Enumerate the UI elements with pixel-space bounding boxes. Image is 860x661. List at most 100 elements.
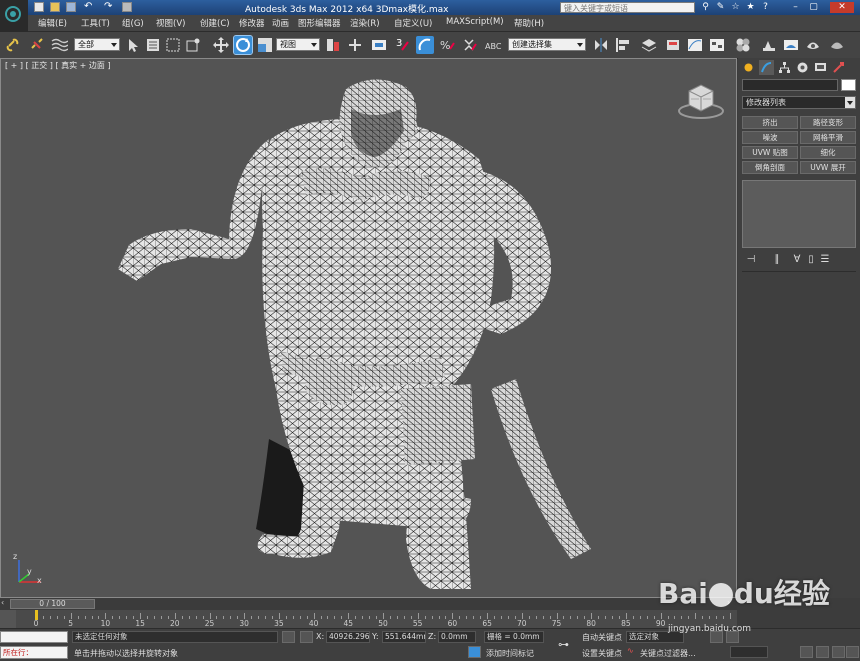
layer-manager-icon[interactable]	[640, 36, 658, 54]
communication-icon[interactable]: ☆	[730, 2, 741, 13]
time-tag-icon[interactable]	[468, 646, 481, 658]
new-file-icon[interactable]	[34, 2, 44, 12]
extrude-button[interactable]: 挤出	[742, 116, 798, 129]
scale-icon[interactable]	[256, 36, 274, 54]
snaps-toggle-icon[interactable]: 3	[394, 36, 412, 54]
undo-icon[interactable]: ↶	[84, 2, 94, 12]
key-mode-icon[interactable]: ∿	[627, 646, 634, 655]
pin-stack-icon[interactable]: ⊣	[744, 254, 758, 266]
project-folder-icon[interactable]	[122, 2, 132, 12]
percent-snap-icon[interactable]: %	[438, 36, 456, 54]
path-deform-button[interactable]: 路径变形	[800, 116, 856, 129]
lock-selection-icon[interactable]	[282, 631, 295, 643]
time-slider[interactable]: ‹ 0 / 100 ›	[0, 598, 737, 610]
menu-create[interactable]: 创建(C)	[200, 17, 230, 29]
edit-named-selection-icon[interactable]: ABC	[484, 36, 502, 54]
menu-edit[interactable]: 编辑(E)	[38, 17, 67, 29]
uvw-map-button[interactable]: UVW 贴图	[742, 146, 798, 159]
bind-spacewarp-icon[interactable]	[50, 36, 69, 54]
reference-coordinate-dropdown[interactable]: 视图	[276, 38, 320, 51]
configure-modifier-sets-icon[interactable]: ☰	[818, 254, 832, 266]
move-icon[interactable]	[212, 36, 230, 54]
object-color-swatch[interactable]	[841, 79, 856, 91]
y-coordinate-field[interactable]: 551.644mm	[382, 631, 426, 643]
listener-field[interactable]: 所在行：	[0, 646, 68, 659]
menu-graph-editors[interactable]: 图形编辑器	[298, 17, 341, 29]
modify-tab-icon[interactable]	[759, 60, 774, 75]
mirror-icon[interactable]	[592, 36, 610, 54]
window-crossing-icon[interactable]	[184, 36, 202, 54]
unwrap-uvw-button[interactable]: UVW 展开	[800, 161, 856, 174]
spinner-snap-icon[interactable]	[460, 36, 478, 54]
select-by-name-icon[interactable]	[144, 36, 162, 54]
set-key-button[interactable]: 设置关键点	[582, 648, 622, 659]
x-coordinate-field[interactable]: 40926.296	[326, 631, 370, 643]
render-setup-icon[interactable]	[760, 36, 778, 54]
zoom-extents-icon[interactable]	[832, 646, 845, 658]
tessellate-button[interactable]: 细化	[800, 146, 856, 159]
select-manipulate-icon[interactable]	[346, 36, 364, 54]
pivot-center-icon[interactable]	[324, 36, 342, 54]
modifier-stack[interactable]	[742, 180, 856, 248]
motion-tab-icon[interactable]	[795, 60, 810, 75]
application-button[interactable]	[0, 0, 28, 32]
make-unique-icon[interactable]: ∀	[790, 254, 804, 266]
add-time-tag-label[interactable]: 添加时间标记	[486, 648, 534, 659]
close-icon[interactable]: ✕	[830, 2, 854, 13]
favorites-icon[interactable]: ★	[745, 2, 756, 13]
selection-filter-dropdown[interactable]: 全部	[74, 38, 120, 51]
named-selection-dropdown[interactable]: 创建选择集	[508, 38, 586, 51]
link-icon[interactable]	[6, 36, 24, 54]
modifier-list-dropdown[interactable]: 修改器列表	[742, 96, 856, 109]
maximize-viewport-icon[interactable]	[846, 646, 859, 658]
absolute-mode-icon[interactable]	[300, 631, 313, 643]
minimize-icon[interactable]: –	[790, 2, 801, 13]
bevel-profile-button[interactable]: 倒角剖面	[742, 161, 798, 174]
subscription-icon[interactable]: ✎	[715, 2, 726, 13]
viewcube-icon[interactable]	[675, 77, 727, 123]
noise-button[interactable]: 噪波	[742, 131, 798, 144]
menu-animation[interactable]: 动画	[272, 17, 289, 29]
redo-icon[interactable]: ↷	[104, 2, 114, 12]
graphite-modeling-icon[interactable]	[664, 36, 682, 54]
maximize-icon[interactable]: ▢	[808, 2, 819, 13]
hierarchy-tab-icon[interactable]	[777, 60, 792, 75]
align-icon[interactable]	[614, 36, 632, 54]
search-input[interactable]: 键入关键字或短语	[560, 2, 695, 13]
create-tab-icon[interactable]	[741, 60, 756, 75]
time-slider-thumb[interactable]: 0 / 100	[10, 599, 95, 609]
menu-tools[interactable]: 工具(T)	[81, 17, 110, 29]
show-end-result-icon[interactable]: ∥	[770, 254, 784, 266]
menu-views[interactable]: 视图(V)	[156, 17, 185, 29]
render-production-icon[interactable]	[804, 36, 822, 54]
track-bar[interactable]: 0 5 10 15 20 25 30 35 40 45 50 55 60 65 70 75 80 85 90	[0, 610, 737, 628]
save-icon[interactable]	[66, 2, 76, 12]
unlink-icon[interactable]	[28, 36, 46, 54]
open-file-icon[interactable]	[50, 2, 60, 12]
character-mesh[interactable]	[1, 59, 736, 597]
remove-modifier-icon[interactable]: ▯	[804, 254, 818, 266]
zoom-icon[interactable]	[800, 646, 813, 658]
maxscript-mini-listener[interactable]	[0, 631, 68, 643]
render-iterative-icon[interactable]	[828, 36, 846, 54]
binoculars-icon[interactable]: ⚲	[700, 2, 711, 13]
perspective-viewport[interactable]: [ + ] [ 正交 ] [ 真实 + 边面 ] z x y	[0, 58, 737, 598]
z-coordinate-field[interactable]: 0.0mm	[438, 631, 476, 643]
key-filters-button[interactable]: 关键点过滤器...	[640, 648, 696, 659]
rotate-icon[interactable]	[233, 35, 253, 55]
auto-key-button[interactable]: 自动关键点	[582, 632, 622, 643]
rendered-frame-window-icon[interactable]	[782, 36, 800, 54]
rectangular-selection-icon[interactable]	[164, 36, 182, 54]
meshsmooth-button[interactable]: 网格平滑	[800, 131, 856, 144]
current-frame-field[interactable]	[730, 646, 768, 658]
prev-frame-icon[interactable]: ‹	[1, 598, 4, 607]
utilities-tab-icon[interactable]	[831, 60, 846, 75]
menu-maxscript[interactable]: MAXScript(M)	[446, 17, 504, 27]
menu-rendering[interactable]: 渲染(R)	[350, 17, 380, 29]
menu-group[interactable]: 组(G)	[122, 17, 144, 29]
menu-help[interactable]: 帮助(H)	[514, 17, 544, 29]
select-object-icon[interactable]	[124, 36, 142, 54]
menu-customize[interactable]: 自定义(U)	[394, 17, 432, 29]
angle-snap-icon[interactable]	[416, 36, 434, 54]
zoom-all-icon[interactable]	[816, 646, 829, 658]
